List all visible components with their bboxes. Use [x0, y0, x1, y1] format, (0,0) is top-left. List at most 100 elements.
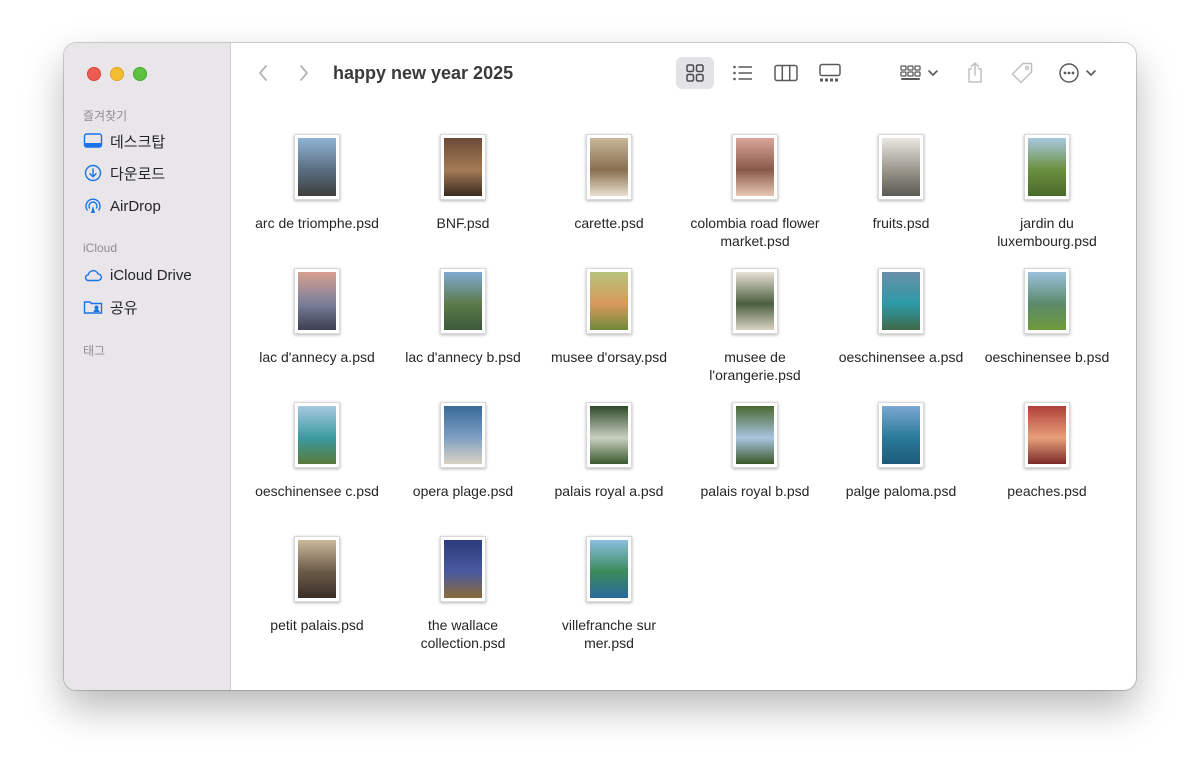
window-title: happy new year 2025 — [333, 63, 514, 83]
photo-preview-image — [298, 540, 336, 598]
file-item[interactable]: oeschinensee b.psd — [974, 268, 1120, 366]
forward-button[interactable] — [294, 61, 314, 85]
photo-preview-image — [590, 138, 628, 196]
file-name: carette.psd — [574, 215, 644, 231]
file-thumbnail — [586, 268, 632, 334]
file-thumbnail — [440, 134, 486, 200]
file-item[interactable]: musee de l'orangerie.psd — [682, 268, 828, 384]
list-view-button[interactable] — [724, 57, 762, 89]
file-item[interactable]: colombia road flower market.psd — [682, 134, 828, 250]
file-item[interactable]: peaches.psd — [974, 402, 1120, 500]
file-item[interactable]: the wallace collection.psd — [390, 536, 536, 652]
file-thumbnail — [732, 134, 778, 200]
zoom-button[interactable] — [133, 67, 147, 81]
chevron-right-icon — [300, 65, 308, 81]
file-item[interactable]: villefranche sur mer.psd — [536, 536, 682, 652]
columns-icon — [774, 64, 798, 82]
file-item[interactable]: lac d'annecy b.psd — [390, 268, 536, 366]
file-thumbnail — [294, 268, 340, 334]
airdrop-icon — [85, 198, 101, 213]
file-name: oeschinensee a.psd — [838, 349, 964, 365]
file-name: fruits.psd — [872, 215, 930, 231]
photo-preview-image — [444, 540, 482, 598]
file-item[interactable]: jardin du luxembourg.psd — [974, 134, 1120, 250]
icon-grid-icon — [686, 64, 704, 82]
sidebar-item-label: 공유 — [110, 299, 138, 317]
file-name: colombia road flower market.psd — [690, 215, 820, 249]
file-item[interactable]: BNF.psd — [390, 134, 536, 232]
photo-preview-image — [882, 272, 920, 330]
finder-window: 즐겨찾기 데스크탑 다운로드 AirDrop iCloud iCloud Dri… — [64, 43, 1136, 690]
sidebar: 즐겨찾기 데스크탑 다운로드 AirDrop iCloud iCloud Dri… — [64, 43, 231, 690]
file-thumbnail — [586, 134, 632, 200]
file-item[interactable]: palais royal b.psd — [682, 402, 828, 500]
photo-preview-image — [590, 272, 628, 330]
file-item[interactable]: musee d'orsay.psd — [536, 268, 682, 366]
file-name: peaches.psd — [1007, 483, 1087, 499]
toolbar: happy new year 2025 — [231, 43, 1136, 103]
photo-preview-image — [298, 406, 336, 464]
list-icon — [733, 65, 752, 81]
file-item[interactable]: opera plage.psd — [390, 402, 536, 500]
sidebar-item-downloads[interactable]: 다운로드 — [83, 161, 165, 185]
photo-preview-image — [882, 406, 920, 464]
photo-preview-image — [736, 406, 774, 464]
file-thumbnail — [1024, 134, 1070, 200]
file-name: oeschinensee c.psd — [255, 483, 379, 499]
file-thumbnail — [440, 536, 486, 602]
file-item[interactable]: palais royal a.psd — [536, 402, 682, 500]
file-name: lac d'annecy b.psd — [405, 349, 521, 365]
file-thumbnail — [732, 402, 778, 468]
sidebar-item-label: AirDrop — [110, 197, 161, 215]
file-item[interactable]: lac d'annecy a.psd — [244, 268, 390, 366]
tags-button[interactable] — [1006, 57, 1038, 89]
file-name: palais royal a.psd — [554, 483, 664, 499]
back-button[interactable] — [253, 61, 273, 85]
photo-preview-image — [298, 138, 336, 196]
file-thumbnail — [440, 402, 486, 468]
close-button[interactable] — [87, 67, 101, 81]
file-name: jardin du luxembourg.psd — [997, 215, 1097, 249]
file-thumbnail — [878, 268, 924, 334]
file-name: petit palais.psd — [270, 617, 364, 633]
file-item[interactable]: oeschinensee a.psd — [828, 268, 974, 366]
column-view-button[interactable] — [767, 57, 805, 89]
more-actions-button[interactable] — [1057, 57, 1103, 89]
icon-view-button[interactable] — [676, 57, 714, 89]
photo-preview-image — [590, 540, 628, 598]
file-item[interactable]: carette.psd — [536, 134, 682, 232]
sidebar-item-icloud-drive[interactable]: iCloud Drive — [83, 263, 192, 287]
group-grid-icon — [900, 65, 938, 80]
photo-preview-image — [298, 272, 336, 330]
sidebar-item-desktop[interactable]: 데스크탑 — [83, 129, 165, 153]
sidebar-header-favorites: 즐겨찾기 — [83, 109, 128, 123]
download-icon — [84, 164, 102, 182]
file-thumbnail — [440, 268, 486, 334]
sidebar-item-shared[interactable]: 공유 — [83, 295, 138, 319]
file-item[interactable]: petit palais.psd — [244, 536, 390, 634]
photo-preview-image — [1028, 138, 1066, 196]
file-item[interactable]: oeschinensee c.psd — [244, 402, 390, 500]
photo-preview-image — [736, 138, 774, 196]
file-name: BNF.psd — [436, 215, 490, 231]
gallery-view-button[interactable] — [811, 57, 849, 89]
file-item[interactable]: arc de triomphe.psd — [244, 134, 390, 232]
minimize-button[interactable] — [110, 67, 124, 81]
file-name: villefranche sur mer.psd — [561, 617, 657, 651]
file-name: palge paloma.psd — [845, 483, 957, 499]
file-thumbnail — [294, 134, 340, 200]
sidebar-header-icloud: iCloud — [83, 241, 118, 255]
file-name: palais royal b.psd — [700, 483, 810, 499]
sidebar-item-label: iCloud Drive — [110, 266, 192, 284]
photo-preview-image — [882, 138, 920, 196]
photo-preview-image — [590, 406, 628, 464]
file-thumbnail — [878, 402, 924, 468]
file-item[interactable]: fruits.psd — [828, 134, 974, 232]
gallery-icon — [819, 63, 841, 82]
ellipsis-circle-icon — [1059, 63, 1096, 83]
file-item[interactable]: palge paloma.psd — [828, 402, 974, 500]
share-button[interactable] — [961, 57, 989, 89]
group-by-button[interactable] — [895, 57, 947, 89]
file-grid: arc de triomphe.psd BNF.psd carette.psd col… — [231, 103, 1136, 690]
sidebar-item-airdrop[interactable]: AirDrop — [83, 194, 161, 218]
